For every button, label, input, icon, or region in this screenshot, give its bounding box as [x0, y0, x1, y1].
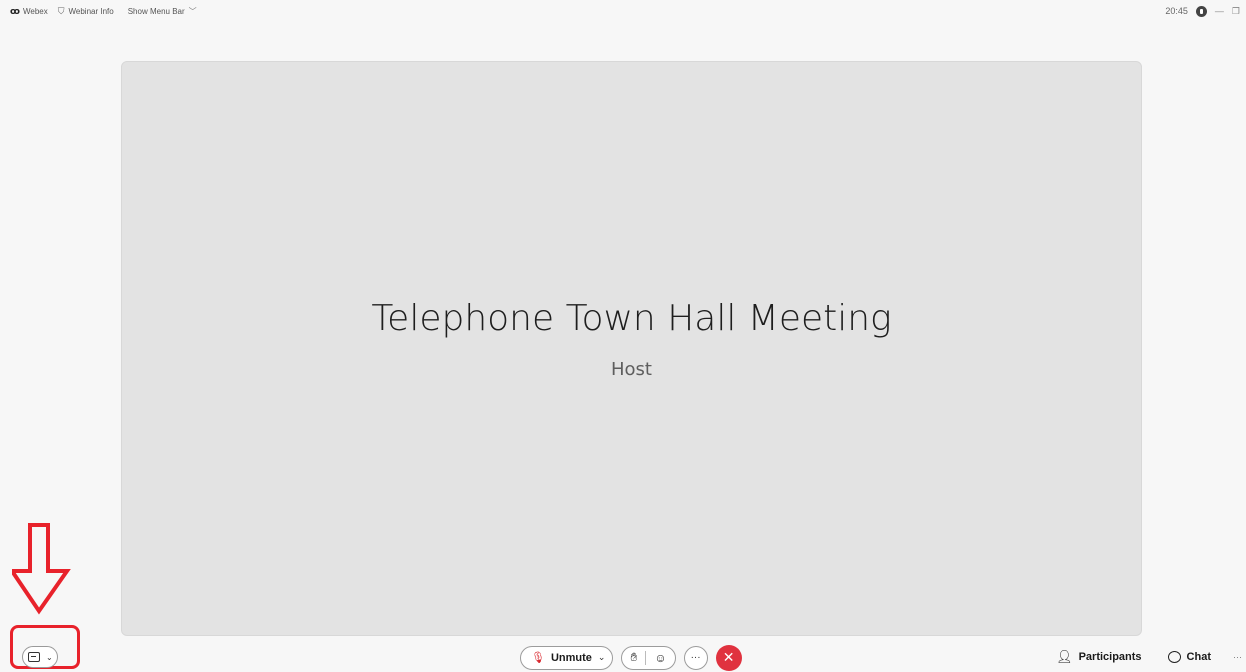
chat-button[interactable]: Chat: [1167, 651, 1211, 663]
more-icon: ···: [690, 652, 701, 663]
captions-button[interactable]: ⌄: [22, 646, 58, 668]
unmute-button[interactable]: 🎙︎ Unmute ⌄: [520, 645, 614, 670]
raise-hand-icon[interactable]: ✋︎: [630, 650, 637, 665]
meeting-role: Host: [611, 359, 652, 380]
webex-logo-icon: ꝏ: [10, 5, 20, 16]
reactions-icon[interactable]: ☺: [654, 651, 666, 665]
show-menu-bar-label: Show Menu Bar: [127, 6, 185, 16]
connection-status-icon[interactable]: [1195, 5, 1207, 17]
show-menu-bar-button[interactable]: Show Menu Bar ﹀: [128, 6, 197, 17]
leave-meeting-button[interactable]: ✕: [715, 644, 742, 671]
chat-icon: [1167, 651, 1181, 663]
webinar-info-button[interactable]: ⛉ Webinar Info: [58, 6, 114, 17]
participants-icon: 👤︎: [1056, 649, 1073, 664]
close-icon: ✕: [722, 649, 735, 665]
annotation-arrow-icon: [12, 523, 71, 615]
chat-label: Chat: [1186, 651, 1211, 663]
chevron-down-icon[interactable]: ⌄: [46, 653, 53, 662]
more-options-button[interactable]: ···: [683, 645, 708, 670]
title-bar: ꝏ Webex ⛉ Webinar Info Show Menu Bar ﹀ 2…: [0, 0, 1246, 22]
app-brand: ꝏ Webex: [10, 6, 48, 17]
clock-time: 20:45: [1165, 6, 1188, 16]
titlebar-right: 20:45 — ❐: [1165, 0, 1240, 22]
closed-caption-icon: [28, 652, 40, 662]
more-panels-icon[interactable]: ···: [1233, 652, 1242, 662]
divider: [645, 650, 647, 665]
app-name: Webex: [22, 6, 48, 16]
meeting-title: Telephone Town Hall Meeting: [371, 298, 892, 339]
audio-options-chevron-icon[interactable]: ⌄: [598, 652, 606, 663]
restore-icon[interactable]: ❐: [1232, 6, 1240, 17]
panel-controls: 👤︎ Participants Chat ···: [1056, 646, 1246, 668]
shield-icon: ⛉: [57, 5, 65, 16]
video-stage: Telephone Town Hall Meeting Host: [121, 61, 1142, 636]
unmute-label: Unmute: [550, 651, 592, 664]
webex-window: ꝏ Webex ⛉ Webinar Info Show Menu Bar ﹀ 2…: [0, 0, 1246, 672]
webinar-info-label: Webinar Info: [68, 6, 114, 16]
participants-button[interactable]: 👤︎ Participants: [1056, 649, 1141, 665]
participants-label: Participants: [1078, 651, 1142, 663]
mic-muted-icon: 🎙︎: [531, 652, 545, 664]
meeting-controls: 🎙︎ Unmute ⌄ ✋︎ ☺ ··· ✕: [520, 644, 742, 671]
minimize-icon[interactable]: —: [1215, 6, 1224, 16]
chevron-down-icon: ﹀: [188, 6, 197, 16]
hand-reactions-group: ✋︎ ☺: [621, 645, 676, 670]
